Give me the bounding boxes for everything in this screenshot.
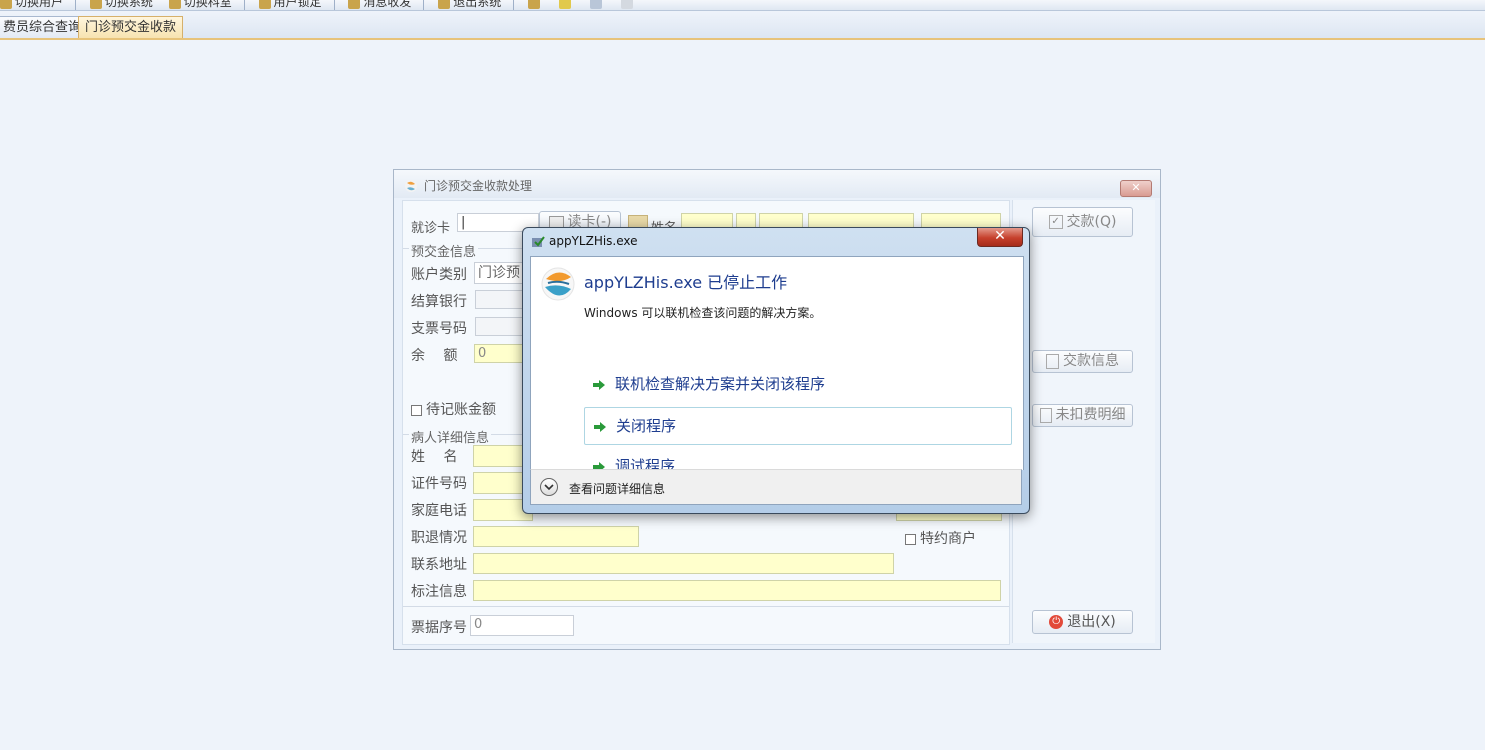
exit-button[interactable]: ⏻ 退出(X) — [1032, 610, 1133, 634]
toolbar-switch-user[interactable]: 切换用户 — [0, 0, 63, 10]
dialog-description: Windows 可以联机检查该问题的解决方案。 — [584, 306, 822, 320]
retire-label: 职退情况 — [411, 530, 467, 546]
uncharged-detail-button[interactable]: 未扣费明细 — [1032, 404, 1133, 427]
home-phone-label: 家庭电话 — [411, 503, 467, 519]
pay-info-button[interactable]: 交款信息 — [1032, 350, 1133, 373]
account-type-label: 账户类别 — [411, 267, 467, 283]
chevron-down-icon — [544, 484, 554, 491]
green-arrow-icon — [593, 380, 605, 390]
check-no-label: 支票号码 — [411, 321, 467, 337]
action-panel: ✓ 交款(Q) 交款信息 未扣费明细 ⏻ 退出(X) — [1012, 200, 1155, 643]
card-label: 就诊卡 — [411, 221, 451, 236]
expand-details-button[interactable] — [540, 478, 558, 496]
dialog-footer: 查看问题详细信息 — [530, 469, 1022, 505]
toolbar-add-icon[interactable] — [558, 0, 574, 9]
retire-field[interactable] — [473, 526, 639, 547]
error-dialog: appYLZHis.exe ✕ appYLZHis.exe 已停止工作 Wind… — [522, 227, 1030, 514]
calculator-icon — [1046, 353, 1059, 369]
tab-bar: 费员综合查询 门诊预交金收款 — [0, 12, 1485, 40]
toolbar-lock-user[interactable]: 用户锁定 — [258, 0, 322, 10]
toolbar-switch-system[interactable]: 切换系统 — [89, 0, 153, 10]
address-label: 联系地址 — [411, 557, 467, 573]
prepay-group-title: 预交金信息 — [409, 241, 479, 260]
document-icon — [620, 0, 633, 9]
system-icon — [89, 0, 102, 9]
power-icon: ⏻ — [1049, 615, 1064, 629]
toolbar-doc-icon[interactable] — [620, 0, 636, 9]
id-no-label: 证件号码 — [411, 476, 467, 492]
special-merchant-checkbox[interactable] — [905, 533, 916, 545]
exit-icon — [438, 0, 451, 9]
toolbar-messages[interactable]: 消息收发 — [348, 0, 411, 10]
dialog-close-button[interactable]: ✕ — [977, 228, 1023, 247]
pay-button[interactable]: ✓ 交款(Q) — [1032, 207, 1133, 237]
note-field[interactable] — [473, 580, 1001, 601]
tab-fee-query[interactable]: 费员综合查询 — [0, 16, 89, 38]
window-close-button[interactable]: ✕ — [1120, 180, 1152, 197]
receipt-no-field[interactable]: 0 — [470, 615, 574, 636]
check-icon: ✓ — [1048, 215, 1063, 229]
dialog-title: appYLZHis.exe — [531, 234, 638, 248]
tab-prepay-receipt[interactable]: 门诊预交金收款 — [78, 16, 184, 38]
lock-icon — [258, 0, 271, 9]
details-link[interactable]: 查看问题详细信息 — [569, 480, 665, 497]
document-icon — [1039, 407, 1052, 423]
toolbar-switch-dept[interactable]: 切换科室 — [168, 0, 232, 10]
special-merchant[interactable]: 特约商户 — [905, 528, 976, 548]
app-logo-icon — [405, 180, 417, 192]
window-title: 门诊预交金收款处理 — [424, 179, 533, 193]
patient-name-label: 姓 名 — [411, 449, 458, 465]
toolbar-note-icon[interactable] — [528, 0, 543, 9]
toolbar-exit-system[interactable]: 退出系统 — [438, 0, 501, 10]
window-icon — [589, 0, 602, 9]
note-icon — [528, 0, 541, 9]
main-toolbar: 切换用户 切换系统 切换科室 用户锁定 消息收发 退出系统 — [0, 0, 1485, 11]
app-exe-icon — [532, 235, 545, 247]
option-check-online-close[interactable]: 联机检查解决方案并关闭该程序 — [584, 366, 1012, 404]
add-icon — [558, 0, 571, 9]
pending-checkbox[interactable] — [411, 404, 422, 416]
dialog-body: appYLZHis.exe 已停止工作 Windows 可以联机检查该问题的解决… — [530, 256, 1024, 475]
note-label: 标注信息 — [411, 584, 467, 600]
address-field[interactable] — [473, 553, 894, 574]
receipt-no-label: 票据序号 — [411, 620, 467, 636]
close-icon: ✕ — [1131, 181, 1141, 194]
user-icon — [0, 0, 12, 9]
bank-label: 结算银行 — [411, 294, 467, 310]
window-title-bar: 门诊预交金收款处理 ✕ — [394, 170, 1160, 198]
patient-group-title: 病人详细信息 — [409, 427, 492, 446]
close-icon: ✕ — [994, 228, 1006, 244]
department-icon — [168, 0, 181, 9]
balance-label: 余 额 — [411, 348, 458, 364]
pending-amount[interactable]: 待记账金额 — [411, 399, 496, 419]
app-logo-icon — [541, 267, 575, 301]
green-arrow-icon — [594, 422, 606, 432]
message-icon — [348, 0, 361, 9]
toolbar-window-icon[interactable] — [589, 0, 605, 9]
dialog-heading: appYLZHis.exe 已停止工作 — [584, 273, 788, 292]
option-close-program[interactable]: 关闭程序 — [584, 407, 1012, 445]
